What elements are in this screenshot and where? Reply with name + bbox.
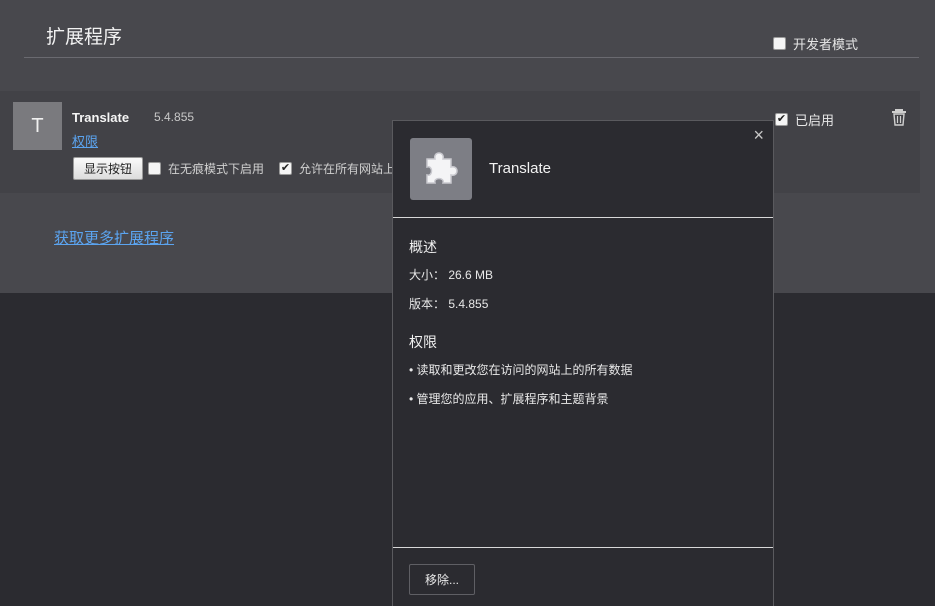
incognito-toggle[interactable]: 在无痕模式下启用 (148, 160, 264, 177)
incognito-checkbox[interactable] (148, 162, 161, 175)
all-sites-checkbox[interactable]: ✔ (279, 162, 292, 175)
extension-avatar: T (13, 102, 62, 150)
get-more-extensions-link[interactable]: 获取更多扩展程序 (54, 227, 174, 248)
puzzle-icon (410, 138, 472, 200)
extension-name: Translate (72, 110, 130, 125)
page-title: 扩展程序 (46, 27, 123, 48)
all-sites-label: 允许在所有网站上 (299, 162, 396, 176)
permissions-heading: 权限 (409, 334, 437, 350)
enabled-checkbox[interactable]: ✔ (775, 113, 788, 126)
extension-version: 5.4.855 (154, 110, 195, 124)
enabled-toggle[interactable]: ✔ 已启用 (775, 110, 834, 129)
developer-mode-checkbox[interactable] (773, 37, 786, 50)
incognito-label: 在无痕模式下启用 (168, 162, 265, 176)
close-icon[interactable]: × (753, 125, 764, 146)
overview-heading: 概述 (409, 239, 437, 255)
permissions-link[interactable]: 权限 (72, 131, 98, 150)
all-sites-toggle[interactable]: ✔ 允许在所有网站上 (279, 160, 395, 177)
extension-details-dialog: × Translate 概述 大小： 26.6 MB 版本： 5.4.855 权… (392, 120, 774, 606)
version-line: 版本： 5.4.855 (409, 297, 489, 311)
dialog-title: Translate (489, 160, 551, 177)
developer-mode-toggle[interactable]: 开发者模式 (773, 34, 858, 53)
dialog-footer-divider (393, 547, 773, 548)
trash-icon[interactable] (891, 108, 907, 131)
title-divider (24, 57, 919, 58)
permission-item: • 管理您的应用、扩展程序和主题背景 (409, 392, 609, 406)
developer-mode-label: 开发者模式 (793, 37, 859, 52)
dialog-header-divider (393, 217, 773, 218)
show-button[interactable]: 显示按钮 (73, 157, 143, 180)
remove-button[interactable]: 移除... (409, 564, 475, 595)
permission-item: • 读取和更改您在访问的网站上的所有数据 (409, 363, 633, 377)
size-line: 大小： 26.6 MB (409, 268, 494, 282)
enabled-label: 已启用 (795, 113, 835, 128)
